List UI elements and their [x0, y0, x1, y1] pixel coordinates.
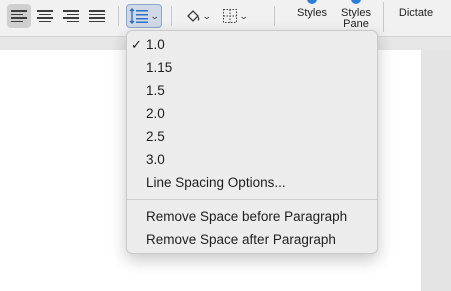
- line-spacing-menu: ✓ 1.0 1.15 1.5 2.0 2.5 3.0 Line Spacing …: [126, 30, 378, 254]
- menu-item-remove-space-before[interactable]: Remove Space before Paragraph: [127, 206, 377, 228]
- toolbar-separator: [274, 6, 275, 26]
- menu-item-2-0[interactable]: 2.0: [127, 103, 377, 125]
- toolbar-separator: [118, 6, 119, 26]
- chevron-down-icon: ⌄: [239, 10, 249, 21]
- menu-item-label: 3.0: [146, 152, 165, 167]
- menu-item-label: 1.5: [146, 83, 165, 98]
- styles-icon: [307, 0, 317, 4]
- menu-item-3-0[interactable]: 3.0: [127, 149, 377, 171]
- menu-item-label: Line Spacing Options...: [146, 175, 286, 190]
- menu-item-1-5[interactable]: 1.5: [127, 80, 377, 102]
- styles-pane-button[interactable]: Styles Pane: [334, 0, 378, 34]
- styles-pane-label: Pane: [343, 18, 369, 30]
- menu-item-2-5[interactable]: 2.5: [127, 126, 377, 148]
- chevron-down-icon: ⌄: [150, 10, 160, 21]
- justify-button[interactable]: [85, 4, 109, 28]
- menu-item-line-spacing-options[interactable]: Line Spacing Options...: [127, 172, 377, 194]
- menu-item-1-0[interactable]: ✓ 1.0: [127, 34, 377, 56]
- chevron-down-icon: ⌄: [202, 10, 212, 21]
- line-spacing-icon: [129, 8, 149, 24]
- menu-item-label: 2.0: [146, 106, 165, 121]
- align-right-button[interactable]: [59, 4, 83, 28]
- dictate-button[interactable]: Dictate: [392, 0, 440, 34]
- menu-item-label: 1.15: [146, 60, 173, 75]
- checkmark-icon: ✓: [131, 37, 142, 52]
- align-right-icon: [63, 10, 79, 22]
- document-margin: [421, 50, 451, 291]
- shading-button[interactable]: ⌄: [182, 4, 214, 28]
- toolbar-separator: [171, 6, 172, 26]
- dictate-label: Dictate: [398, 7, 434, 19]
- menu-item-label: 1.0: [146, 37, 165, 52]
- borders-button[interactable]: ⌄: [218, 4, 252, 28]
- menu-item-label: Remove Space before Paragraph: [146, 209, 348, 224]
- menu-item-label: Remove Space after Paragraph: [146, 232, 336, 247]
- align-left-button[interactable]: [7, 4, 31, 28]
- align-left-icon: [11, 10, 27, 22]
- styles-pane-icon: [351, 0, 361, 4]
- paint-bucket-icon: [187, 10, 200, 22]
- toolbar-separator: [383, 2, 384, 32]
- menu-separator: [127, 199, 377, 200]
- justify-icon: [89, 10, 105, 22]
- styles-label: Styles: [297, 7, 327, 19]
- borders-icon: [223, 9, 238, 23]
- menu-item-remove-space-after[interactable]: Remove Space after Paragraph: [127, 229, 377, 251]
- styles-button[interactable]: Styles: [290, 0, 334, 34]
- align-center-button[interactable]: [33, 4, 57, 28]
- menu-item-1-15[interactable]: 1.15: [127, 57, 377, 79]
- menu-item-label: 2.5: [146, 129, 165, 144]
- align-center-icon: [37, 10, 53, 22]
- line-spacing-button[interactable]: ⌄: [126, 4, 162, 28]
